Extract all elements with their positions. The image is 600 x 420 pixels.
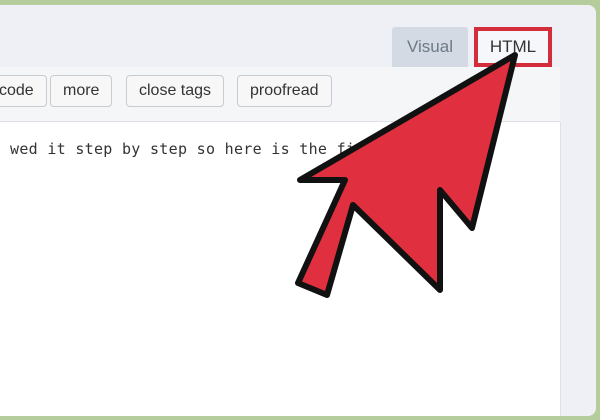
editor-window: Visual HTML code more close tags proofre… (0, 5, 596, 416)
tab-html[interactable]: HTML (474, 27, 552, 67)
close-tags-button[interactable]: close tags (126, 75, 225, 107)
code-button[interactable]: code (0, 75, 47, 107)
editor-content: wed it step by step so here is the finis… (10, 140, 412, 158)
html-editor-textarea[interactable]: wed it step by step so here is the finis… (0, 122, 561, 416)
more-button[interactable]: more (50, 75, 113, 107)
proofread-button[interactable]: proofread (237, 75, 332, 107)
tab-visual[interactable]: Visual (392, 27, 468, 67)
